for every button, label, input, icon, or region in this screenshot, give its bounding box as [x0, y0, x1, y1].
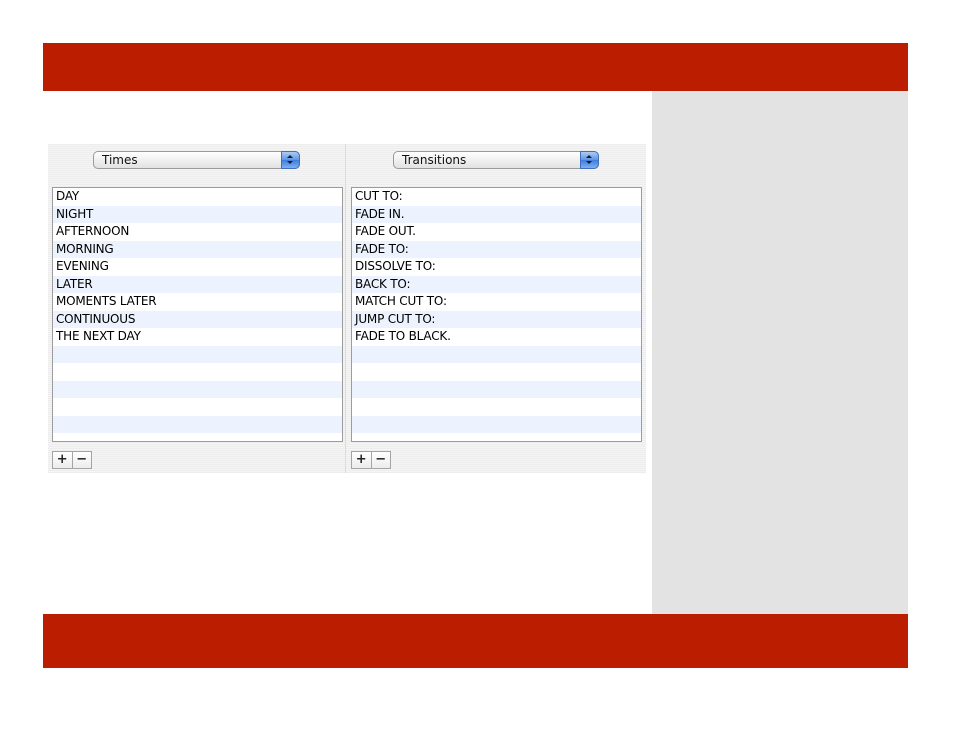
times-column: Times DAY NIGHT AFTERNOON MORNING EVENING LAT… [48, 144, 345, 473]
list-item[interactable]: FADE IN. [352, 205, 641, 223]
empty-list-row [53, 345, 342, 363]
remove-transition-button[interactable]: − [372, 452, 391, 468]
list-item[interactable]: MATCH CUT TO: [352, 293, 641, 311]
list-item[interactable]: CUT TO: [352, 188, 641, 206]
list-item[interactable]: DAY [53, 188, 342, 206]
empty-list-row [352, 398, 641, 416]
add-transition-button[interactable]: + [352, 452, 372, 468]
add-time-button[interactable]: + [53, 452, 73, 468]
transitions-popup-button[interactable]: Transitions [393, 151, 599, 169]
empty-list-row [53, 363, 342, 381]
list-item[interactable]: BACK TO: [352, 275, 641, 293]
transitions-add-remove-buttons: + − [351, 451, 391, 469]
empty-list-row [53, 380, 342, 398]
empty-list-row [352, 415, 641, 433]
bottom-banner [43, 614, 908, 668]
list-item[interactable]: LATER [53, 275, 342, 293]
times-popup-label: Times [102, 153, 138, 167]
side-panel [652, 91, 908, 614]
list-item[interactable]: EVENING [53, 258, 342, 276]
empty-list-row [352, 380, 641, 398]
list-item[interactable]: MORNING [53, 240, 342, 258]
list-item[interactable]: FADE TO BLACK. [352, 328, 641, 346]
transitions-column: Transitions CUT TO: FADE IN. FADE OUT. FADE… [346, 144, 643, 473]
list-item[interactable]: NIGHT [53, 205, 342, 223]
list-item[interactable]: FADE OUT. [352, 223, 641, 241]
preferences-panel: Times DAY NIGHT AFTERNOON MORNING EVENING LAT… [48, 144, 646, 473]
popup-arrows-icon [580, 151, 599, 169]
list-item[interactable]: JUMP CUT TO: [352, 310, 641, 328]
transitions-list[interactable]: CUT TO: FADE IN. FADE OUT. FADE TO: DISSOLVE… [351, 187, 642, 442]
transitions-popup-label: Transitions [402, 153, 467, 167]
remove-time-button[interactable]: − [73, 452, 92, 468]
list-item[interactable]: FADE TO: [352, 240, 641, 258]
list-item[interactable]: MOMENTS LATER [53, 293, 342, 311]
empty-list-row [53, 415, 342, 433]
times-popup-button[interactable]: Times [93, 151, 300, 169]
times-add-remove-buttons: + − [52, 451, 92, 469]
top-banner [43, 43, 908, 91]
list-item[interactable]: CONTINUOUS [53, 310, 342, 328]
empty-list-row [352, 345, 641, 363]
empty-list-row [352, 363, 641, 381]
list-item[interactable]: THE NEXT DAY [53, 328, 342, 346]
list-item[interactable]: DISSOLVE TO: [352, 258, 641, 276]
list-item[interactable]: AFTERNOON [53, 223, 342, 241]
times-list[interactable]: DAY NIGHT AFTERNOON MORNING EVENING LATER MOME… [52, 187, 343, 442]
popup-arrows-icon [281, 151, 300, 169]
empty-list-row [53, 398, 342, 416]
